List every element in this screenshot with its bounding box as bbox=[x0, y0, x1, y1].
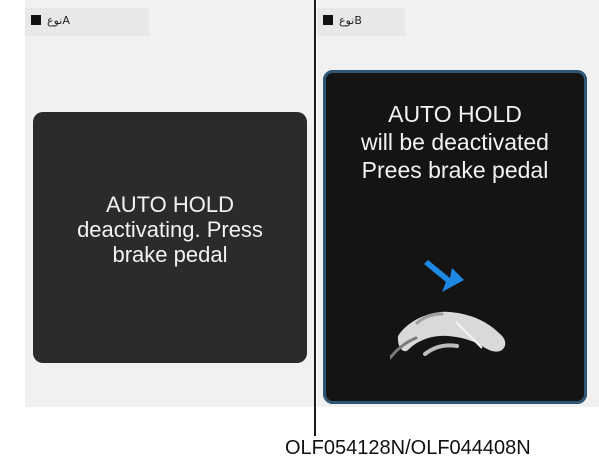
black-square-icon bbox=[31, 15, 41, 25]
type-b-message-line: AUTO HOLD bbox=[388, 101, 522, 127]
type-a-message-line: brake pedal bbox=[112, 242, 228, 267]
type-b-message: AUTO HOLD will be deactivated Prees brak… bbox=[323, 100, 587, 184]
panel-divider bbox=[314, 0, 316, 436]
type-b-display: AUTO HOLD will be deactivated Prees brak… bbox=[323, 70, 587, 404]
type-b-tab: نوعB bbox=[317, 8, 405, 36]
type-a-label: نوعA bbox=[47, 14, 70, 27]
type-b-panel: نوعB AUTO HOLD will be deactivated Prees… bbox=[317, 0, 599, 407]
type-a-tab: نوعA bbox=[25, 8, 149, 36]
foot-on-pedal-icon bbox=[390, 311, 506, 360]
type-a-message: AUTO HOLD deactivating. Press brake peda… bbox=[33, 192, 307, 267]
black-square-icon bbox=[323, 15, 333, 25]
figure-caption: OLF054128N/OLF044408N bbox=[285, 437, 531, 459]
type-a-display: AUTO HOLD deactivating. Press brake peda… bbox=[33, 112, 307, 363]
type-a-panel: نوعA AUTO HOLD deactivating. Press brake… bbox=[25, 0, 314, 407]
type-b-message-line: Prees brake pedal bbox=[361, 157, 549, 183]
type-a-message-line: AUTO HOLD bbox=[106, 192, 234, 217]
type-a-message-line: deactivating. Press bbox=[77, 217, 263, 242]
brake-pedal-illustration bbox=[390, 260, 506, 360]
blue-arrow-icon bbox=[424, 260, 464, 292]
type-b-message-line: will be deactivated bbox=[361, 129, 549, 155]
type-b-label: نوعB bbox=[339, 14, 362, 27]
